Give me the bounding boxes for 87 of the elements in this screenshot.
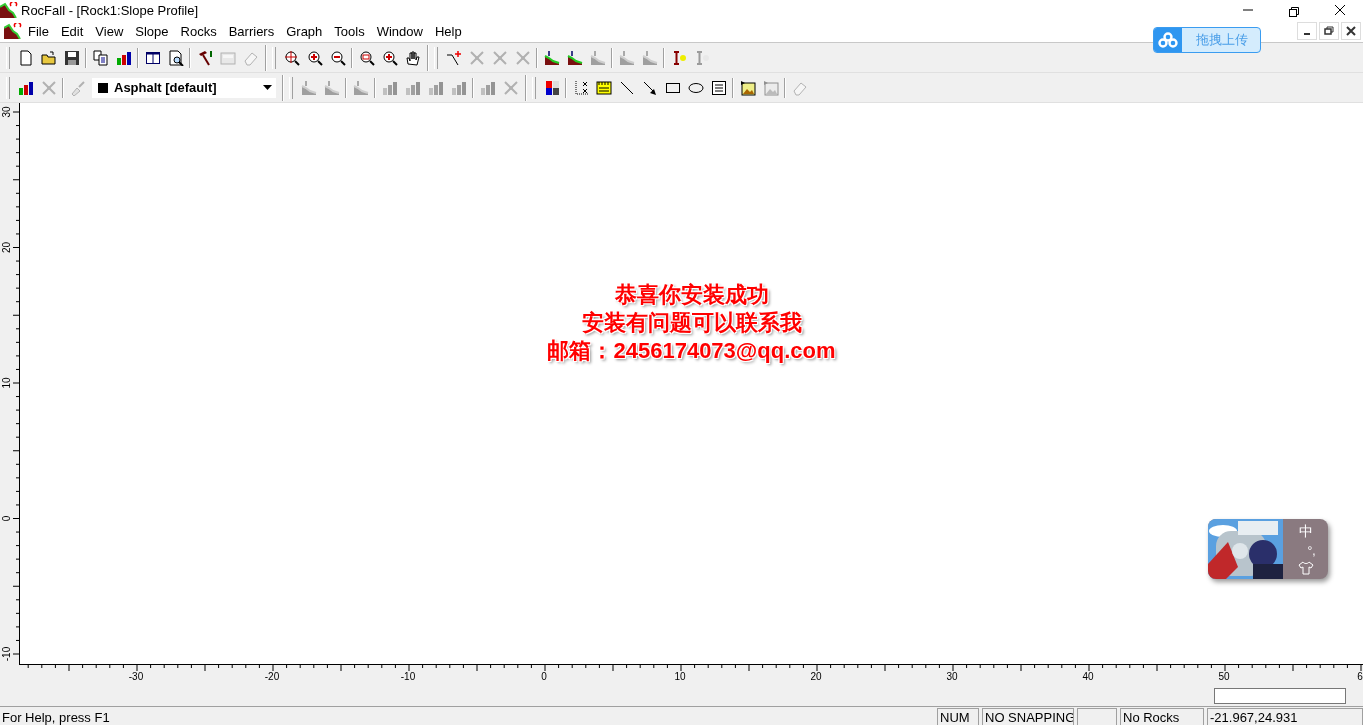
menu-item[interactable]: File (22, 23, 55, 39)
bar-chart-icon (17, 79, 34, 96)
slope-icon (323, 79, 340, 96)
axis-label: 0 (541, 671, 547, 682)
status-pane: No Rocks (1120, 708, 1204, 725)
overlay-text: 邮箱：2456174073@qq.com (547, 337, 836, 365)
axes-icon (572, 79, 589, 96)
slope-icon (543, 49, 560, 66)
new-file-icon (17, 49, 34, 66)
vertex-arrows-icon (40, 79, 57, 96)
axis-label: 50 (1218, 671, 1230, 682)
menu-item[interactable]: Window (370, 23, 429, 39)
color-swatches-icon (543, 79, 560, 96)
axis-label: -30 (128, 671, 144, 682)
menu-item[interactable]: Graph (280, 23, 329, 39)
ruler-icon (595, 79, 612, 96)
zoom-in-icon (381, 49, 398, 66)
shirt-icon[interactable] (1297, 560, 1314, 575)
vertex-arrows-icon (514, 49, 531, 66)
diagonal-line-icon (618, 79, 635, 96)
slope-icon (566, 49, 583, 66)
axis-label: 30 (1, 106, 12, 118)
window-panes-icon (144, 49, 161, 66)
cloud-icon (1158, 32, 1178, 48)
zoom-window-icon (358, 49, 375, 66)
hand-icon (404, 49, 421, 66)
app-logo-icon (4, 23, 22, 39)
axis-label: -10 (400, 671, 416, 682)
slope-icon (618, 49, 635, 66)
caret-icon (263, 85, 272, 90)
menu-item[interactable]: Rocks (174, 23, 223, 39)
material-dropdown[interactable]: Asphalt [default] (92, 77, 276, 98)
slope-icon (589, 49, 606, 66)
overlay-text: 恭喜你安装成功 (614, 281, 769, 309)
axis-label: 30 (946, 671, 958, 682)
menu-item[interactable]: View (89, 23, 130, 39)
axis-label: 20 (810, 671, 822, 682)
axis-label: 10 (674, 671, 686, 682)
status-pane: NUM (937, 708, 979, 725)
arrow-icon (641, 79, 658, 96)
punctuation-indicator[interactable]: °, (1307, 546, 1316, 556)
window-title: RocFall - [Rock1:Slope Profile] (21, 2, 198, 18)
axis-label: 6 (1357, 671, 1363, 682)
menu-item[interactable]: Tools (328, 23, 371, 39)
bar-chart-icon (450, 79, 467, 96)
vertex-arrows-icon (468, 49, 485, 66)
slope-icon (300, 79, 317, 96)
zoom-in-icon (306, 49, 323, 66)
app-logo-icon (0, 2, 18, 18)
axis-label: 20 (1, 241, 12, 254)
calculator-icon (219, 49, 236, 66)
text-box-icon (710, 79, 727, 96)
magnifier-crosshair-icon (283, 49, 300, 66)
zoom-out-icon (329, 49, 346, 66)
copy-icon (92, 49, 109, 66)
vertex-arrows-icon (502, 79, 519, 96)
status-pane: -21.967,24.931 (1207, 708, 1363, 725)
menu-item[interactable]: Slope (129, 23, 175, 39)
restore-icon[interactable] (1319, 22, 1339, 40)
polyline-plus-icon (445, 49, 462, 66)
input-mode-indicator[interactable]: 中 (1298, 523, 1313, 542)
menu-item[interactable]: Barriers (222, 23, 281, 39)
axis-label: -20 (264, 671, 280, 682)
image-frame-icon (739, 79, 756, 96)
axis-label: -10 (1, 646, 12, 662)
bar-chart-icon (479, 79, 496, 96)
minimize-icon[interactable] (1297, 22, 1317, 40)
slope-icon (352, 79, 369, 96)
menu-item[interactable]: Help (428, 23, 468, 39)
brush-icon (69, 79, 86, 96)
status-text: For Help, press F1 (1, 710, 111, 725)
axis-label: 40 (1082, 671, 1094, 682)
axis-label: 10 (1, 377, 12, 389)
overlay-text: 安装有问题可以联系我 (581, 309, 802, 337)
bar-chart-icon (404, 79, 421, 96)
page-magnifier-icon (167, 49, 184, 66)
folder-icon (40, 49, 57, 66)
input-field[interactable] (1214, 687, 1346, 704)
slope-icon (641, 49, 658, 66)
vertex-arrows-icon (491, 49, 508, 66)
axis-label: 0 (1, 515, 12, 522)
image-frame-icon (762, 79, 779, 96)
bar-chart-icon (115, 49, 132, 66)
bar-chart-icon (427, 79, 444, 96)
close-icon[interactable] (1341, 22, 1361, 40)
bar-chart-icon (381, 79, 398, 96)
menu-item[interactable]: Edit (54, 23, 90, 39)
